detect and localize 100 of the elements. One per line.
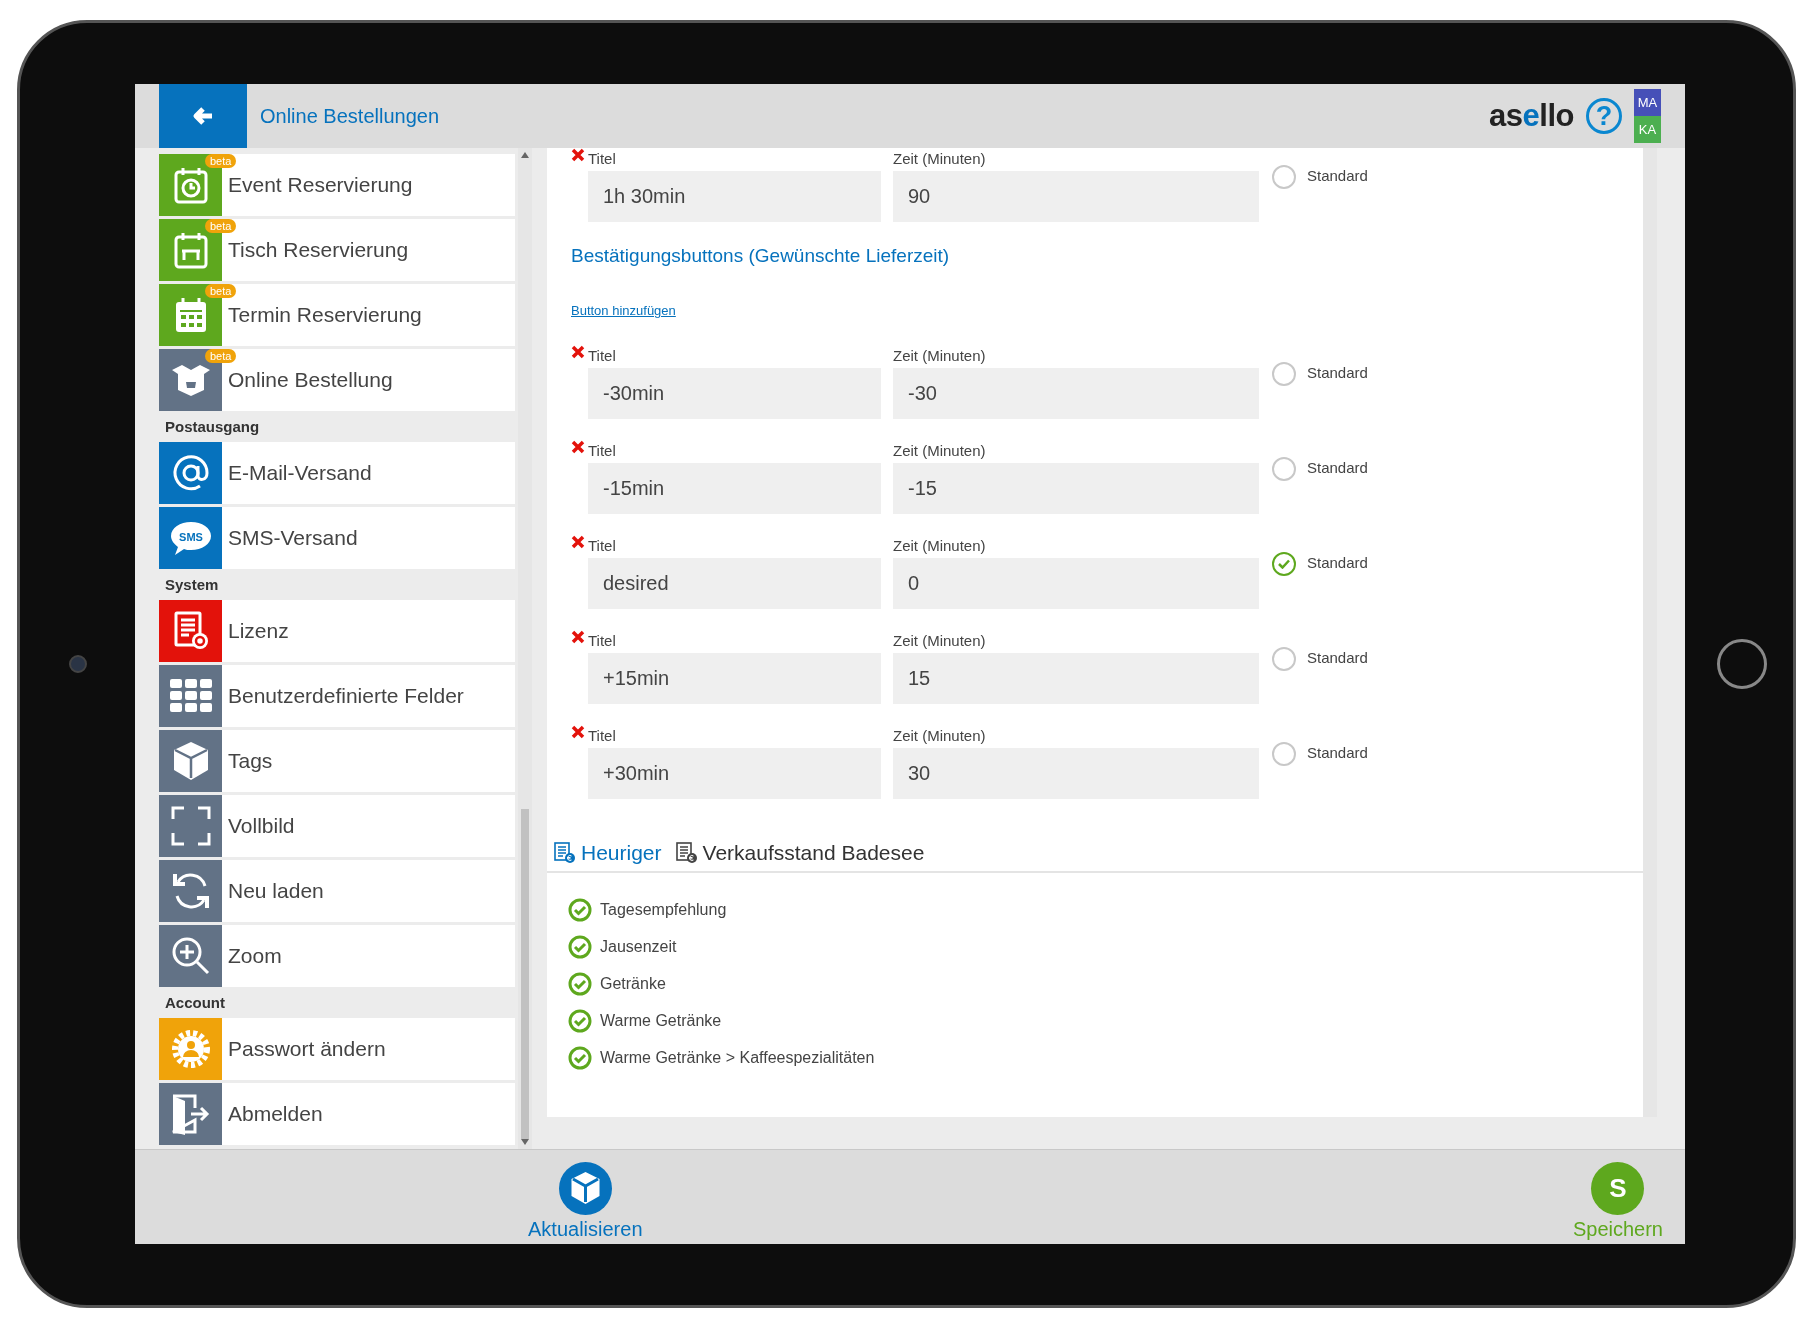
- back-button[interactable]: [159, 84, 247, 148]
- menu-label: Benutzerdefinierte Felder: [228, 684, 464, 708]
- field-label: Zeit (Minuten): [893, 631, 987, 649]
- field-label: Titel: [588, 631, 617, 649]
- category-label: Getränke: [600, 975, 666, 993]
- radio-label: Standard: [1307, 167, 1369, 184]
- tick-icon: [1278, 559, 1290, 569]
- time-input[interactable]: -30: [893, 368, 1259, 419]
- check-icon[interactable]: [568, 1009, 592, 1033]
- menu-item[interactable]: Vollbild: [159, 795, 515, 857]
- menu-item[interactable]: Benutzerdefinierte Felder: [159, 665, 515, 727]
- check-icon[interactable]: [568, 935, 592, 959]
- radio-label: Standard: [1307, 554, 1369, 571]
- scrollbar[interactable]: [1643, 148, 1657, 1117]
- remove-icon[interactable]: [571, 725, 585, 739]
- field-label: Titel: [588, 726, 617, 744]
- time-input[interactable]: 30: [893, 748, 1259, 799]
- radio-button[interactable]: [1272, 457, 1296, 481]
- grid-icon: [168, 678, 213, 714]
- field-label: Zeit (Minuten): [893, 346, 987, 364]
- time-input[interactable]: 15: [893, 653, 1259, 704]
- menu-label: Zoom: [228, 944, 282, 968]
- menu-label: E-Mail-Versand: [228, 461, 372, 485]
- field-label: Zeit (Minuten): [893, 441, 987, 459]
- menu-label: Online Bestellung: [228, 368, 393, 392]
- tab[interactable]: Heuriger: [554, 841, 662, 865]
- menu-item[interactable]: Lizenz: [159, 600, 515, 662]
- scrollbar-thumb[interactable]: [521, 809, 529, 1139]
- user-badge[interactable]: MA: [1634, 89, 1661, 116]
- radio-label: Standard: [1307, 744, 1369, 761]
- radio-button[interactable]: [1272, 165, 1296, 189]
- beta-badge: beta: [205, 154, 237, 168]
- field-label: Zeit (Minuten): [893, 536, 987, 554]
- section-heading: Postausgang: [164, 416, 261, 437]
- beta-badge: beta: [205, 219, 237, 233]
- menu-item[interactable]: E-Mail-Versand: [159, 442, 515, 504]
- menu-item[interactable]: Zoom: [159, 925, 515, 987]
- menu-item[interactable]: beta Event Reservierung: [159, 154, 515, 216]
- home-button[interactable]: [1717, 639, 1767, 689]
- left-arrow-icon: [192, 106, 214, 126]
- menu-item[interactable]: SMS SMS-Versand: [159, 507, 515, 569]
- menu-label: Lizenz: [228, 619, 289, 643]
- time-input[interactable]: 90: [893, 171, 1259, 222]
- menu-item[interactable]: beta Online Bestellung: [159, 349, 515, 411]
- field-label: Titel: [588, 346, 617, 364]
- field-label: Zeit (Minuten): [893, 149, 987, 167]
- category-label: Jausenzeit: [600, 938, 677, 956]
- radio-button[interactable]: [1272, 362, 1296, 386]
- field-label: Titel: [588, 149, 617, 167]
- category-label: Warme Getränke: [600, 1012, 722, 1030]
- title-input[interactable]: desired: [588, 558, 881, 609]
- menu-item[interactable]: beta Termin Reservierung: [159, 284, 515, 346]
- radio-button[interactable]: [1272, 552, 1296, 576]
- menu-item[interactable]: Passwort ändern: [159, 1018, 515, 1080]
- menu-label: Passwort ändern: [228, 1037, 386, 1061]
- menu-item[interactable]: Abmelden: [159, 1083, 515, 1145]
- logo: asello: [1489, 98, 1574, 134]
- radio-label: Standard: [1307, 459, 1369, 476]
- menu-label: Neu laden: [228, 879, 324, 903]
- remove-icon[interactable]: [571, 345, 585, 359]
- check-icon[interactable]: [568, 898, 592, 922]
- time-input[interactable]: -15: [893, 463, 1259, 514]
- menu-item[interactable]: Neu laden: [159, 860, 515, 922]
- add-button-link[interactable]: Button hinzufügen: [571, 303, 676, 318]
- section-heading: Bestätigungsbuttons (Gewünschte Lieferzeit): [571, 245, 951, 268]
- radio-label: Standard: [1307, 649, 1369, 666]
- remove-icon[interactable]: [571, 630, 585, 644]
- scroll-up-icon[interactable]: [521, 152, 529, 158]
- title-input[interactable]: +15min: [588, 653, 881, 704]
- menu-item[interactable]: beta Tisch Reservierung: [159, 219, 515, 281]
- beta-badge: beta: [205, 349, 237, 363]
- remove-icon[interactable]: [571, 440, 585, 454]
- remove-icon[interactable]: [571, 148, 585, 162]
- menu-label: Tisch Reservierung: [228, 238, 409, 262]
- title-input[interactable]: +30min: [588, 748, 881, 799]
- title-input[interactable]: 1h 30min: [588, 171, 881, 222]
- radio-button[interactable]: [1272, 647, 1296, 671]
- refresh-button[interactable]: Aktualisieren: [528, 1162, 643, 1241]
- time-input[interactable]: 0: [893, 558, 1259, 609]
- remove-icon[interactable]: [571, 535, 585, 549]
- receipt-icon: [554, 842, 576, 864]
- check-icon[interactable]: [568, 1046, 592, 1070]
- radio-label: Standard: [1307, 364, 1369, 381]
- page-title: Online Bestellungen: [260, 104, 440, 128]
- fullscreen-icon: [169, 805, 212, 847]
- field-label: Titel: [588, 536, 617, 554]
- menu-label: Abmelden: [228, 1102, 323, 1126]
- tab[interactable]: Verkaufsstand Badesee: [675, 841, 925, 865]
- field-label: Titel: [588, 441, 617, 459]
- title-input[interactable]: -15min: [588, 463, 881, 514]
- menu-item[interactable]: Tags: [159, 730, 515, 792]
- radio-button[interactable]: [1272, 742, 1296, 766]
- menu-label: Event Reservierung: [228, 173, 413, 197]
- beta-badge: beta: [205, 284, 237, 298]
- section-heading: Account: [164, 992, 226, 1013]
- scrollbar[interactable]: [518, 148, 532, 1149]
- check-icon[interactable]: [568, 972, 592, 996]
- title-input[interactable]: -30min: [588, 368, 881, 419]
- menu-label: SMS-Versand: [228, 526, 358, 550]
- menu-label: Tags: [228, 749, 273, 773]
